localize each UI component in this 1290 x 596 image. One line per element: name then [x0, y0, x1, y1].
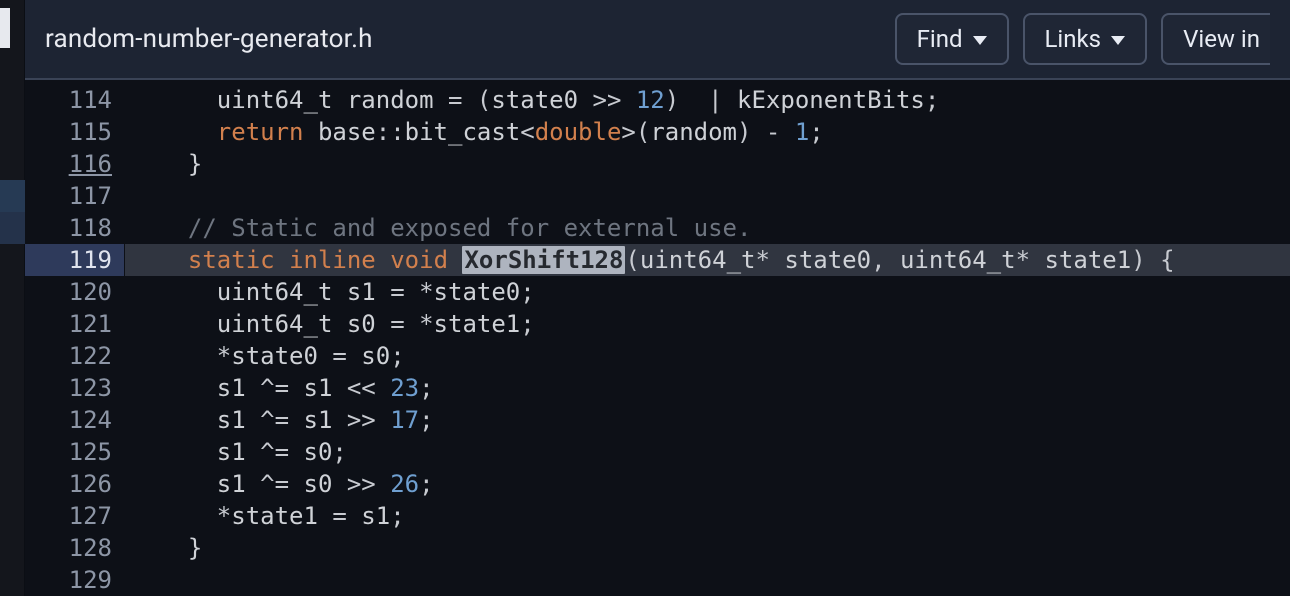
links-label: Links	[1045, 25, 1102, 53]
view-in-button[interactable]: View in	[1161, 13, 1270, 65]
code-line: uint64_t random = (state0 >> 12) | kExpo…	[159, 84, 1290, 116]
line-number[interactable]: 124	[25, 404, 124, 436]
chevron-down-icon	[973, 36, 987, 45]
code-line: *state0 = s0;	[159, 340, 1290, 372]
rail-highlight-2	[0, 212, 25, 244]
chevron-down-icon	[1111, 36, 1125, 45]
line-number[interactable]: 128	[25, 532, 124, 564]
code-line: s1 ^= s0 >> 26;	[159, 468, 1290, 500]
rail-highlight	[0, 180, 25, 212]
links-button[interactable]: Links	[1023, 13, 1148, 65]
code-line	[159, 564, 1290, 596]
line-number[interactable]: 125	[25, 436, 124, 468]
find-button[interactable]: Find	[895, 13, 1009, 65]
line-number[interactable]: 114	[25, 84, 124, 116]
line-number[interactable]: 120	[25, 276, 124, 308]
code-line: s1 ^= s1 >> 17;	[159, 404, 1290, 436]
code-line: static inline void XorShift128(uint64_t*…	[125, 244, 1290, 276]
line-number[interactable]: 127	[25, 500, 124, 532]
line-number[interactable]: 118	[25, 212, 124, 244]
code-line: uint64_t s0 = *state1;	[159, 308, 1290, 340]
line-number[interactable]: 119	[25, 244, 124, 276]
line-number-gutter: 1141151161171181191201211221231241251261…	[25, 80, 125, 596]
code-line: uint64_t s1 = *state0;	[159, 276, 1290, 308]
file-name: random-number-generator.h	[45, 24, 881, 54]
left-rail	[0, 0, 25, 596]
line-number[interactable]: 117	[25, 180, 124, 212]
code-content[interactable]: uint64_t random = (state0 >> 12) | kExpo…	[125, 80, 1290, 596]
line-number[interactable]: 116	[25, 148, 124, 180]
code-line: }	[159, 148, 1290, 180]
code-line: s1 ^= s0;	[159, 436, 1290, 468]
line-number[interactable]: 115	[25, 116, 124, 148]
line-number[interactable]: 123	[25, 372, 124, 404]
find-label: Find	[917, 25, 963, 53]
line-number[interactable]: 121	[25, 308, 124, 340]
code-line	[159, 180, 1290, 212]
header-bar: random-number-generator.h Find Links Vie…	[25, 0, 1290, 80]
line-number[interactable]: 126	[25, 468, 124, 500]
code-line: return base::bit_cast<double>(random) - …	[159, 116, 1290, 148]
rail-marker	[0, 8, 10, 48]
line-number[interactable]: 129	[25, 564, 124, 596]
view-in-label: View in	[1183, 25, 1260, 53]
code-line: *state1 = s1;	[159, 500, 1290, 532]
selected-symbol[interactable]: XorShift128	[462, 246, 625, 274]
code-line: // Static and exposed for external use.	[159, 212, 1290, 244]
code-line: s1 ^= s1 << 23;	[159, 372, 1290, 404]
code-line: }	[159, 532, 1290, 564]
line-number[interactable]: 122	[25, 340, 124, 372]
code-area: 1141151161171181191201211221231241251261…	[25, 80, 1290, 596]
